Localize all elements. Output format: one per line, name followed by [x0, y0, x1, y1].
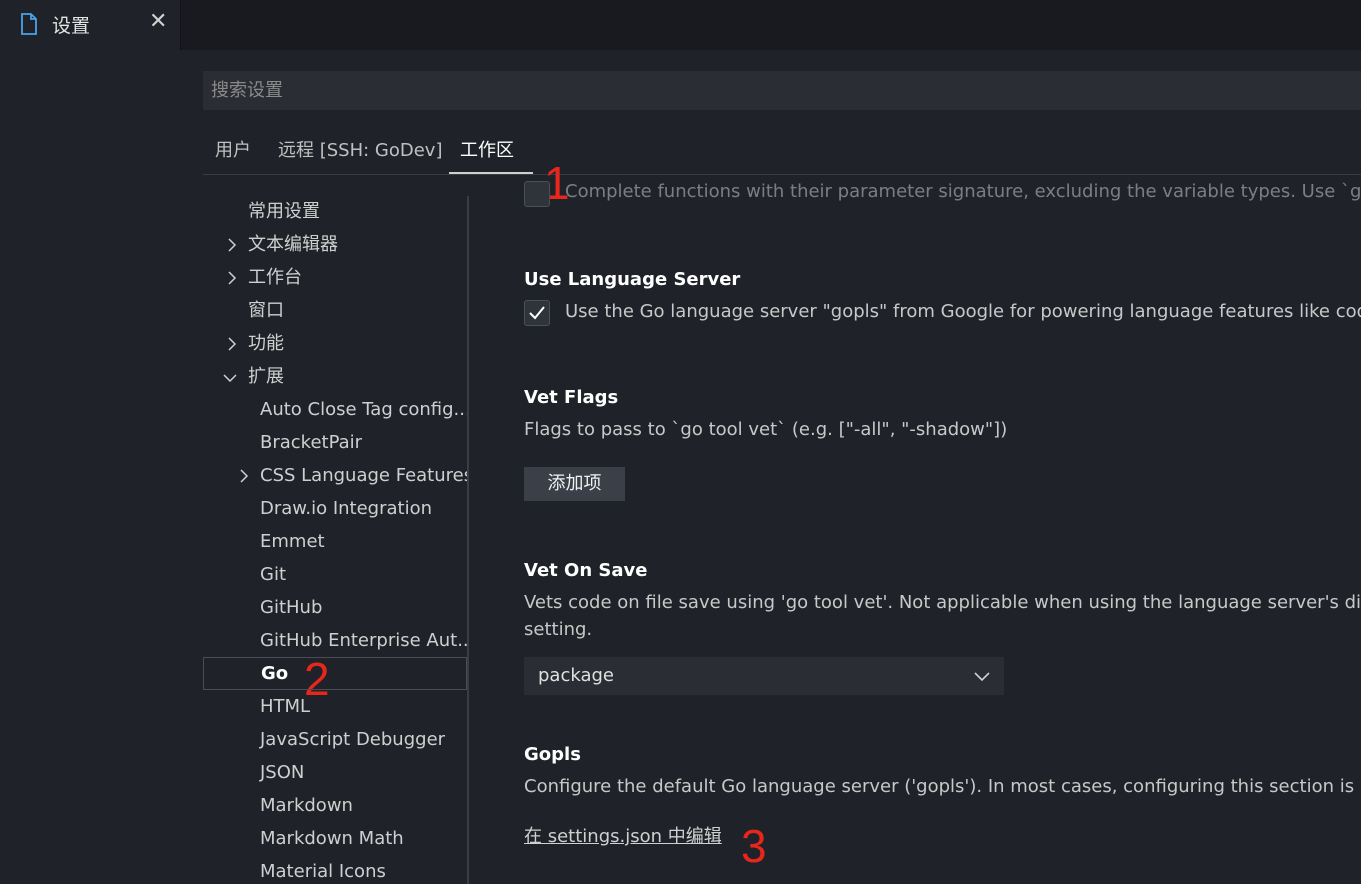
setting-description: Use the Go language server "gopls" from …: [565, 301, 1361, 322]
toc-label: HTML: [260, 696, 311, 717]
toc-label: Markdown: [260, 795, 353, 816]
tab-label: 设置: [52, 15, 91, 37]
settings-list: Complete functions with their parameter …: [469, 175, 1361, 884]
toc-item-github[interactable]: GitHub: [260, 592, 322, 624]
toc-item-markdown-math[interactable]: Markdown Math: [260, 823, 404, 855]
toc-label: Material Icons: [260, 861, 386, 882]
setting-title-use-language-server: Use Language Server: [524, 269, 741, 290]
file-icon: [21, 13, 37, 35]
toc-label: GitHub: [260, 597, 323, 618]
setting-description: Complete functions with their parameter …: [565, 181, 1361, 202]
tab-workspace[interactable]: 工作区: [460, 136, 514, 162]
toc-item-json[interactable]: JSON: [260, 757, 304, 789]
chevron-right-icon[interactable]: [225, 337, 239, 351]
toc-item-material-icons[interactable]: Material Icons: [260, 856, 386, 884]
toc-label: Go: [261, 663, 289, 684]
setting-description: Vets code on file save using 'go tool ve…: [524, 592, 1361, 613]
editor-tab-bar: 设置 ✕: [0, 0, 1361, 50]
active-tab-indicator: [449, 172, 533, 174]
chevron-right-icon[interactable]: [237, 469, 251, 483]
toc-item-github-enterprise[interactable]: GitHub Enterprise Aut...: [260, 625, 467, 657]
toc-item-html[interactable]: HTML: [260, 691, 310, 723]
toc-label: Markdown Math: [260, 828, 404, 849]
toc-item-markdown[interactable]: Markdown: [260, 790, 353, 822]
toc-label: CSS Language Features: [260, 465, 467, 486]
toc-item-window[interactable]: 窗口: [248, 295, 284, 327]
chevron-down-icon: [974, 672, 990, 682]
toc-item-text-editor[interactable]: 文本编辑器: [248, 229, 338, 261]
close-icon[interactable]: ✕: [149, 9, 167, 34]
toc-label: 文本编辑器: [248, 234, 338, 255]
toc-label: 工作台: [248, 267, 302, 288]
add-item-button[interactable]: 添加项: [524, 467, 625, 501]
edit-in-settings-json-link[interactable]: 在 settings.json 中编辑: [524, 822, 722, 848]
toc-item-javascript-debugger[interactable]: JavaScript Debugger: [260, 724, 445, 756]
toc-item-bracketpair[interactable]: BracketPair: [260, 427, 362, 459]
toc-item-auto-close-tag[interactable]: Auto Close Tag config...: [260, 394, 467, 426]
toc-label: JavaScript Debugger: [260, 729, 446, 750]
toc-item-extensions[interactable]: 扩展: [248, 361, 284, 393]
toc-item-workbench[interactable]: 工作台: [248, 262, 302, 294]
setting-title-vet-on-save: Vet On Save: [524, 560, 648, 581]
toc-item-git[interactable]: Git: [260, 559, 286, 591]
complete-unimported-checkbox[interactable]: [524, 181, 550, 207]
setting-description-cont: setting.: [524, 619, 593, 640]
vet-on-save-select[interactable]: package: [524, 657, 1004, 695]
chevron-right-icon[interactable]: [225, 271, 239, 285]
chevron-down-icon[interactable]: [223, 371, 237, 385]
toc-item-emmet[interactable]: Emmet: [260, 526, 325, 558]
setting-description: Configure the default Go language server…: [524, 776, 1361, 797]
toc-label: 常用设置: [248, 201, 320, 222]
setting-title-vet-flags: Vet Flags: [524, 387, 619, 408]
search-settings-input[interactable]: [203, 71, 1361, 110]
toc-label: Emmet: [260, 531, 325, 552]
toc-item-features[interactable]: 功能: [248, 328, 284, 360]
toc-item-go[interactable]: Go: [203, 657, 467, 690]
toc-label: BracketPair: [260, 432, 363, 453]
toc-item-drawio[interactable]: Draw.io Integration: [260, 493, 432, 525]
toc-item-common[interactable]: 常用设置: [248, 196, 320, 228]
toc-label: Git: [260, 564, 287, 585]
toc-label: 功能: [248, 333, 284, 354]
settings-editor-tab[interactable]: 设置 ✕: [0, 0, 181, 50]
use-language-server-checkbox[interactable]: [524, 300, 550, 326]
check-icon: [529, 306, 545, 320]
toc-label: JSON: [260, 762, 305, 783]
toc-label: Auto Close Tag config...: [260, 399, 467, 420]
chevron-right-icon[interactable]: [225, 238, 239, 252]
toc-item-css-language-features[interactable]: CSS Language Features: [260, 460, 467, 492]
setting-description: Flags to pass to `go tool vet` (e.g. ["-…: [524, 419, 1008, 440]
tab-remote[interactable]: 远程 [SSH: GoDev]: [278, 136, 443, 162]
toc-label: Draw.io Integration: [260, 498, 433, 519]
toc-label: 窗口: [248, 300, 284, 321]
toc-label: 扩展: [248, 366, 284, 387]
select-value: package: [538, 665, 614, 686]
tab-user[interactable]: 用户: [215, 136, 251, 162]
settings-toc: 常用设置 文本编辑器 工作台 窗口 功能 扩展 Auto Close Tag c…: [203, 196, 467, 884]
settings-scope-tabs: 用户 远程 [SSH: GoDev] 工作区: [203, 128, 1361, 175]
toc-label: GitHub Enterprise Aut...: [260, 630, 467, 651]
setting-title-gopls: Gopls: [524, 744, 581, 765]
